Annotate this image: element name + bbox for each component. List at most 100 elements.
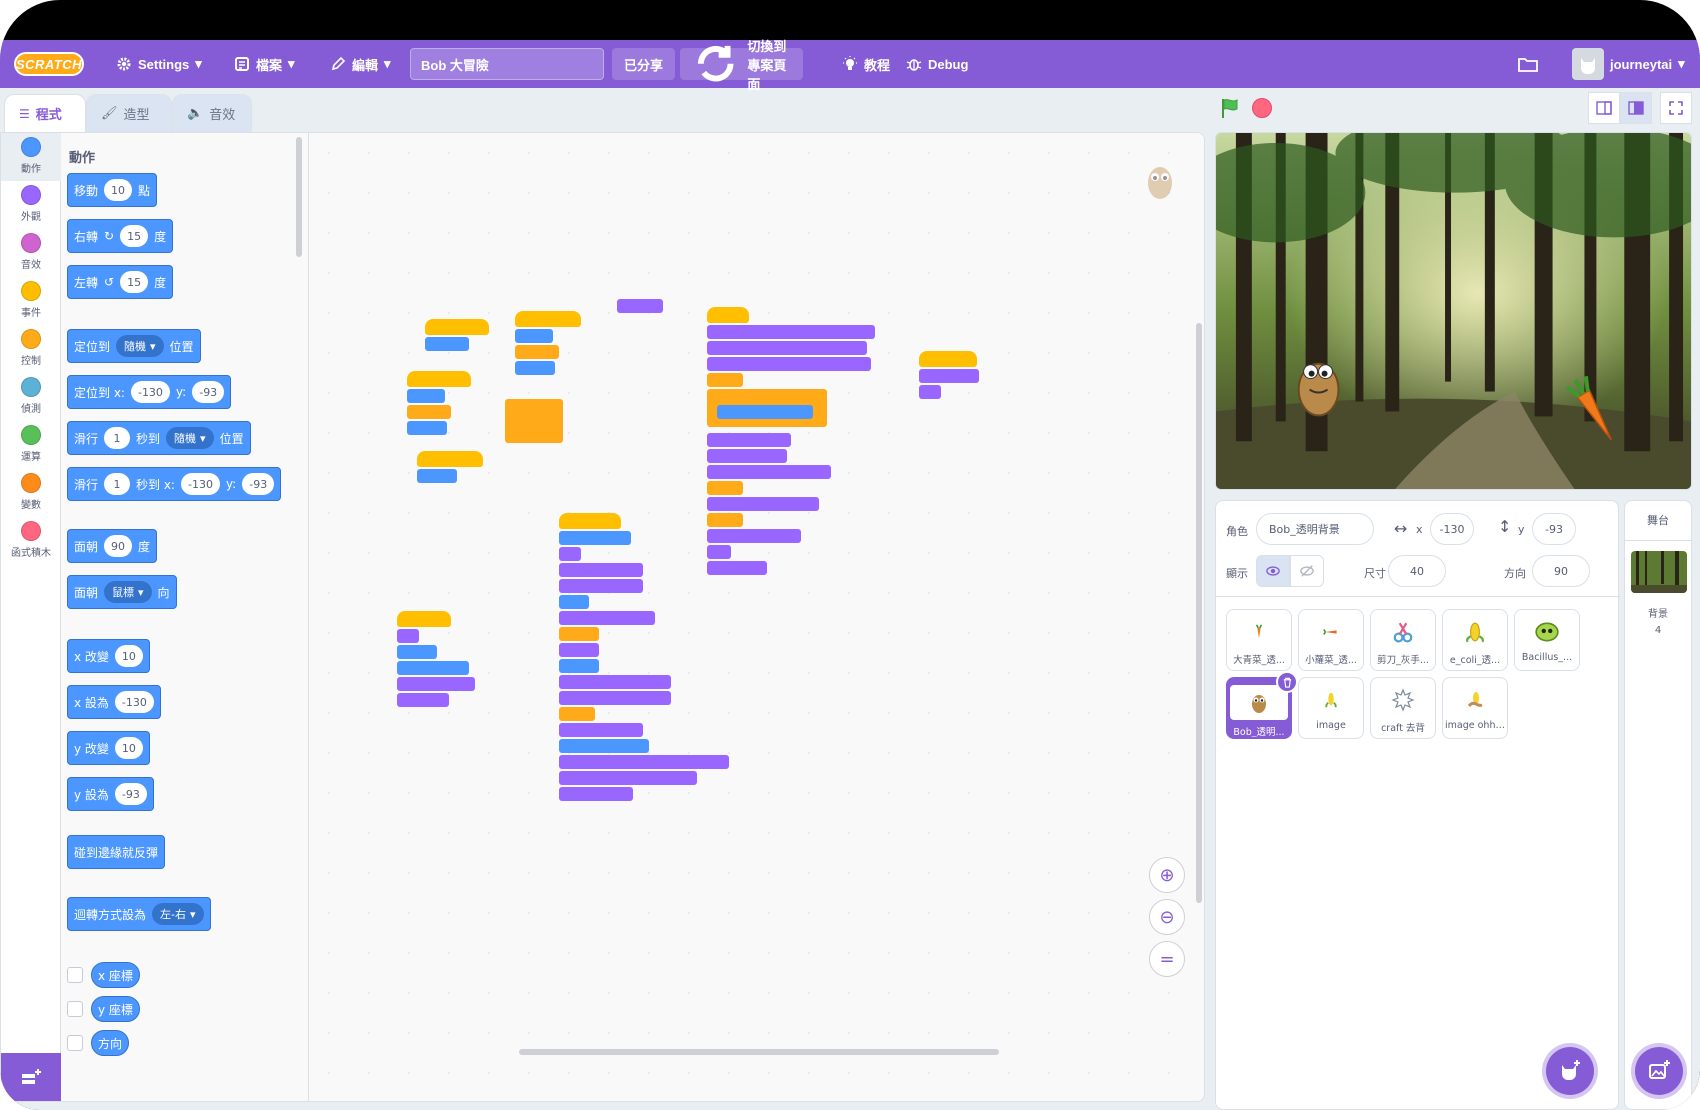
script-block[interactable] bbox=[559, 595, 589, 609]
script-block[interactable] bbox=[559, 691, 671, 705]
script-block[interactable] bbox=[559, 547, 581, 561]
category-my-blocks[interactable]: 函式積木 bbox=[1, 517, 61, 565]
script-block[interactable] bbox=[515, 361, 555, 375]
block-number-input[interactable]: -130 bbox=[114, 691, 154, 713]
change-y-block[interactable]: y 改變 10 bbox=[67, 731, 150, 765]
script-block[interactable] bbox=[707, 357, 871, 371]
y-position-reporter[interactable]: y 座標 bbox=[91, 996, 140, 1022]
debug-button[interactable]: Debug bbox=[906, 40, 968, 88]
hide-sprite-button[interactable] bbox=[1290, 555, 1324, 587]
file-menu[interactable]: 檔案 ▾ bbox=[234, 40, 295, 88]
zoom-reset-button[interactable]: = bbox=[1149, 941, 1185, 977]
y-position-checkbox[interactable] bbox=[67, 1001, 83, 1017]
target-dropdown[interactable]: 鼠標 ▾ bbox=[104, 581, 152, 603]
event-hat-block[interactable] bbox=[559, 513, 621, 529]
block-number-input[interactable]: 10 bbox=[114, 645, 143, 667]
script-block[interactable] bbox=[397, 645, 437, 659]
turn-left-block[interactable]: 左轉 ↺ 15 度 bbox=[67, 265, 174, 299]
script-block[interactable] bbox=[559, 531, 631, 545]
block-number-input[interactable]: 1 bbox=[104, 473, 131, 495]
sprite-name-input[interactable]: Bob_透明背景 bbox=[1256, 513, 1374, 545]
delete-sprite-button[interactable] bbox=[1276, 671, 1298, 693]
script-block[interactable] bbox=[919, 385, 941, 399]
horizontal-scrollbar[interactable] bbox=[519, 1049, 999, 1055]
normal-stage-button[interactable] bbox=[1620, 92, 1652, 124]
glide-xy-block[interactable]: 滑行 1 秒到 x: -130 y: -93 bbox=[67, 467, 282, 501]
move-steps-block[interactable]: 移動 10 點 bbox=[67, 173, 158, 207]
set-x-block[interactable]: x 設為 -130 bbox=[67, 685, 161, 719]
script-block[interactable] bbox=[417, 469, 457, 483]
script-block[interactable] bbox=[397, 677, 475, 691]
script-block[interactable] bbox=[707, 497, 819, 511]
zoom-in-button[interactable]: ⊕ bbox=[1149, 857, 1185, 893]
script-block[interactable] bbox=[559, 787, 633, 801]
script-block[interactable] bbox=[407, 405, 451, 419]
script-block[interactable] bbox=[559, 739, 649, 753]
point-towards-block[interactable]: 面朝 鼠標 ▾ 向 bbox=[67, 575, 177, 609]
script-block[interactable] bbox=[559, 563, 643, 577]
add-backdrop-button[interactable] bbox=[1635, 1047, 1683, 1095]
block-number-input[interactable]: -93 bbox=[242, 473, 275, 495]
sprite-tile[interactable]: 剪刀_灰手... bbox=[1370, 609, 1436, 671]
event-hat-block[interactable] bbox=[515, 311, 581, 327]
script-block[interactable] bbox=[707, 373, 743, 387]
sprite-tile[interactable]: 小蘿菜_透... bbox=[1298, 609, 1364, 671]
sprite-tile[interactable]: image bbox=[1298, 677, 1364, 739]
category-control[interactable]: 控制 bbox=[1, 325, 61, 373]
script-block[interactable] bbox=[707, 513, 743, 527]
block-number-input[interactable]: -130 bbox=[180, 473, 220, 495]
turn-right-block[interactable]: 右轉 ↻ 15 度 bbox=[67, 219, 174, 253]
show-sprite-button[interactable] bbox=[1256, 555, 1290, 587]
script-block[interactable] bbox=[559, 643, 599, 657]
account-menu[interactable]: journeytai ▾ bbox=[1572, 40, 1685, 88]
block-number-input[interactable]: 10 bbox=[104, 179, 133, 201]
category-motion[interactable]: 動作 bbox=[1, 133, 61, 181]
goto-block[interactable]: 定位到 隨機 ▾ 位置 bbox=[67, 329, 201, 363]
direction-input[interactable]: 90 bbox=[1532, 555, 1590, 587]
stage-thumbnail[interactable] bbox=[1631, 551, 1687, 593]
rotation-style-dropdown[interactable]: 左-右 ▾ bbox=[152, 903, 204, 925]
category-sound[interactable]: 音效 bbox=[1, 229, 61, 277]
target-dropdown[interactable]: 隨機 ▾ bbox=[166, 427, 214, 449]
script-block[interactable] bbox=[707, 529, 801, 543]
event-hat-block[interactable] bbox=[417, 451, 483, 467]
script-block[interactable] bbox=[559, 675, 671, 689]
script-block[interactable] bbox=[559, 611, 655, 625]
script-block[interactable] bbox=[717, 405, 813, 419]
event-hat-block[interactable] bbox=[425, 319, 489, 335]
script-block[interactable] bbox=[559, 707, 595, 721]
block-number-input[interactable]: -93 bbox=[114, 783, 147, 805]
script-block[interactable] bbox=[559, 579, 643, 593]
palette-scrollbar[interactable] bbox=[296, 137, 302, 257]
script-block[interactable] bbox=[707, 465, 831, 479]
script-block[interactable] bbox=[707, 561, 767, 575]
rotation-style-block[interactable]: 迴轉方式設為 左-右 ▾ bbox=[67, 897, 211, 931]
script-block[interactable] bbox=[919, 369, 979, 383]
script-block[interactable] bbox=[407, 389, 445, 403]
script-block[interactable] bbox=[707, 449, 787, 463]
tab-sounds[interactable]: 🔈 音效 bbox=[172, 94, 252, 132]
x-position-reporter[interactable]: x 座標 bbox=[91, 962, 140, 988]
vertical-scrollbar[interactable] bbox=[1196, 323, 1202, 903]
sprite-tile[interactable]: Bacillus_... bbox=[1514, 609, 1580, 671]
add-sprite-button[interactable] bbox=[1546, 1047, 1594, 1095]
block-number-input[interactable]: 15 bbox=[120, 225, 149, 247]
category-operators[interactable]: 運算 bbox=[1, 421, 61, 469]
sprite-tile-selected[interactable]: Bob_透明... bbox=[1226, 671, 1298, 739]
script-block[interactable] bbox=[407, 421, 447, 435]
script-block[interactable] bbox=[397, 629, 419, 643]
block-number-input[interactable]: 90 bbox=[104, 535, 133, 557]
script-block[interactable] bbox=[707, 325, 875, 339]
my-stuff-button[interactable] bbox=[1518, 40, 1538, 88]
x-position-checkbox[interactable] bbox=[67, 967, 83, 983]
shared-button[interactable]: 已分享 bbox=[612, 48, 676, 80]
block-number-input[interactable]: 10 bbox=[114, 737, 143, 759]
point-direction-block[interactable]: 面朝 90 度 bbox=[67, 529, 158, 563]
add-extension-button[interactable] bbox=[1, 1053, 61, 1101]
block-number-input[interactable]: -93 bbox=[192, 381, 225, 403]
stage-canvas[interactable] bbox=[1215, 132, 1692, 490]
event-hat-block[interactable] bbox=[407, 371, 471, 387]
direction-checkbox[interactable] bbox=[67, 1035, 83, 1051]
category-events[interactable]: 事件 bbox=[1, 277, 61, 325]
event-hat-block[interactable] bbox=[397, 611, 451, 627]
